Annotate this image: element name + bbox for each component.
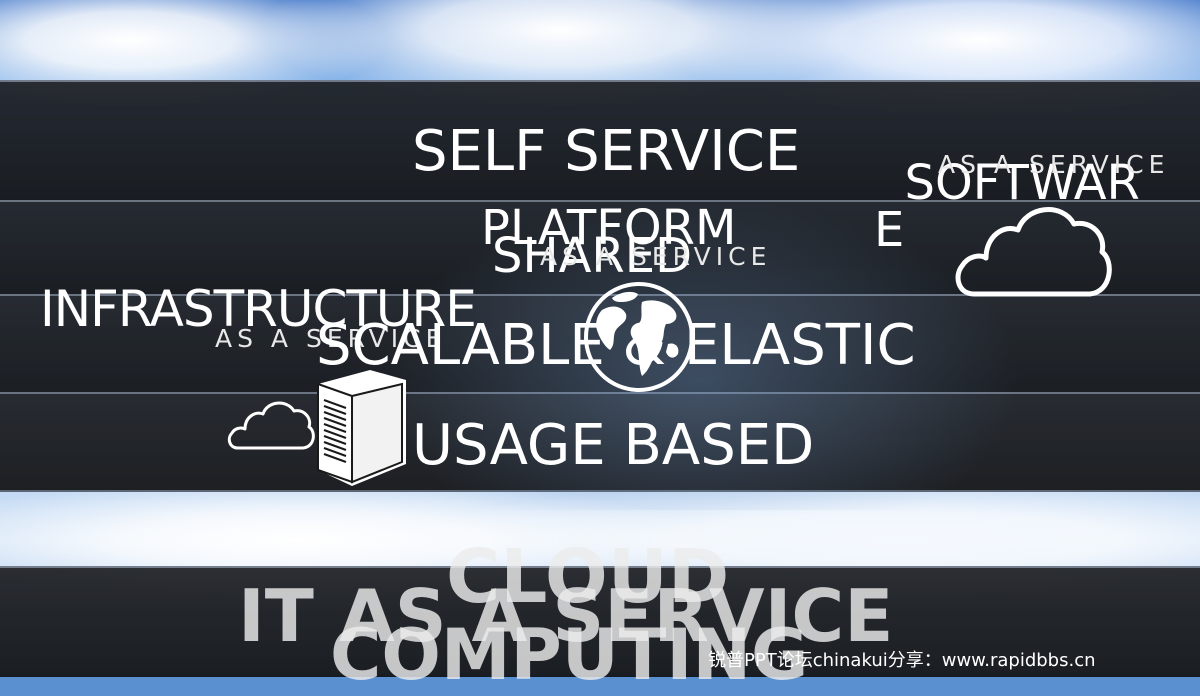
server-tower-icon (317, 370, 406, 486)
globe-icon (584, 282, 694, 392)
self-service-text: SELF SERVICE (412, 119, 801, 184)
platform-sub: AS A SERVICE (540, 242, 772, 271)
cloud-outline-icon (955, 207, 1112, 297)
software-sub: AS A SERVICE (938, 150, 1170, 179)
usage-based-text: USAGE BASED (412, 413, 815, 478)
watermark-text: 锐普PPT论坛chinakui分享：www.rapidbbs.cn (708, 650, 1096, 671)
cloud-outline-small-icon (227, 401, 315, 450)
